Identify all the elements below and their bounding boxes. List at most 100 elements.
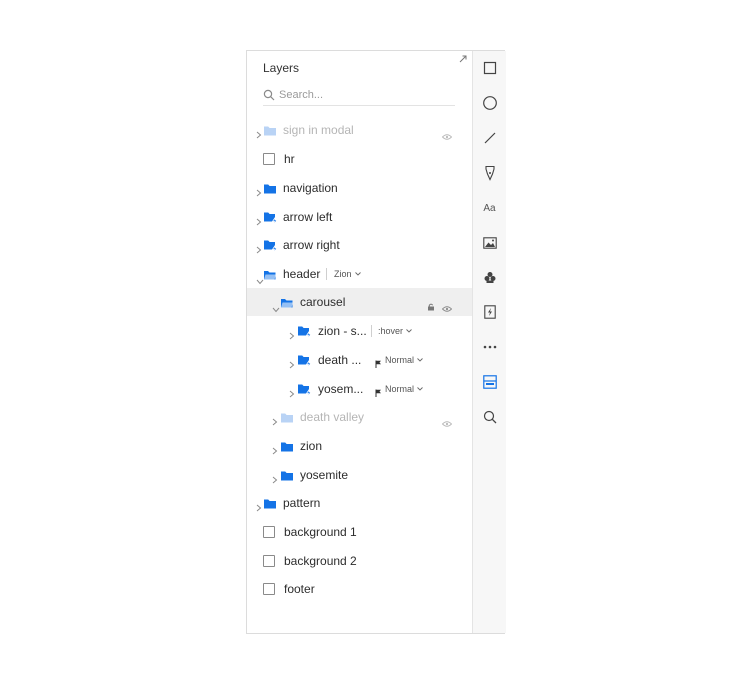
layer-row[interactable]: header Zion <box>247 260 472 288</box>
layer-row[interactable]: death valley <box>247 403 472 431</box>
layer-label: yosem... <box>318 382 364 396</box>
chevron-right-icon[interactable] <box>256 126 262 139</box>
layer-label: carousel <box>300 295 346 309</box>
folder-icon <box>263 497 277 509</box>
layer-label: arrow left <box>283 210 333 224</box>
layer-label: arrow right <box>283 238 340 252</box>
state-label: Normal <box>385 384 415 394</box>
folder-icon <box>280 469 294 481</box>
divider <box>371 325 372 337</box>
layer-row[interactable]: zion - s... :hover <box>247 317 472 345</box>
layer-row[interactable]: zion <box>247 432 472 460</box>
folder-icon <box>263 182 277 194</box>
layer-row[interactable]: arrow left <box>247 203 472 231</box>
ellipse-icon[interactable] <box>473 91 506 115</box>
search-icon <box>263 89 275 101</box>
layer-row[interactable]: background 2 <box>247 547 472 575</box>
chevron-down-icon <box>352 269 361 279</box>
state-label: Zion <box>334 269 352 279</box>
state-dropdown[interactable]: Normal <box>385 384 423 394</box>
search-box <box>263 87 455 106</box>
layer-label: hr <box>284 152 295 166</box>
search-input[interactable] <box>279 87 449 103</box>
link-icon[interactable] <box>473 300 506 324</box>
chevron-right-icon[interactable] <box>289 356 295 369</box>
layer-label: navigation <box>283 181 338 195</box>
layer-label: footer <box>284 582 315 596</box>
folder-open-icon <box>280 296 294 308</box>
image-icon[interactable] <box>473 231 506 255</box>
shape-icon <box>263 555 275 567</box>
zoom-icon[interactable] <box>473 405 506 429</box>
layer-label: background 1 <box>284 525 357 539</box>
symbol-folder-icon <box>263 239 278 254</box>
folder-open-icon <box>263 268 277 280</box>
text-icon[interactable]: Aa <box>473 196 506 220</box>
eye-icon[interactable] <box>441 414 453 432</box>
layer-label: yosemite <box>300 468 349 482</box>
flag-icon <box>375 384 382 402</box>
chevron-right-icon[interactable] <box>272 471 278 484</box>
rectangle-icon[interactable] <box>473 56 506 80</box>
layer-label: zion - s... <box>318 324 367 338</box>
chevron-right-icon[interactable] <box>289 385 295 398</box>
chevron-down-icon <box>403 326 412 336</box>
state-label: Normal <box>385 355 415 365</box>
eye-icon[interactable] <box>441 299 453 317</box>
chevron-down-icon <box>414 355 423 365</box>
symbol-folder-icon <box>297 383 312 398</box>
component-icon[interactable] <box>473 265 506 289</box>
chevron-right-icon[interactable] <box>256 184 262 197</box>
chevron-down-icon[interactable] <box>256 272 264 285</box>
layer-label: sign in modal <box>283 123 354 137</box>
layer-label: death ... <box>318 353 362 367</box>
layer-label: background 2 <box>284 554 357 568</box>
chevron-right-icon[interactable] <box>272 413 278 426</box>
lock-icon[interactable] <box>427 298 435 316</box>
pen-icon[interactable] <box>473 161 506 185</box>
state-dropdown[interactable]: Zion <box>334 269 361 279</box>
flag-icon <box>375 355 382 373</box>
more-icon[interactable] <box>473 335 506 359</box>
shape-icon <box>263 526 275 538</box>
shape-icon <box>263 583 275 595</box>
state-dropdown[interactable]: :hover <box>378 326 412 336</box>
chevron-right-icon[interactable] <box>272 442 278 455</box>
layers-icon[interactable] <box>473 370 506 394</box>
eye-icon[interactable] <box>441 127 453 145</box>
panel-title: Layers <box>263 61 300 75</box>
layer-row[interactable]: navigation <box>247 174 472 202</box>
shape-icon <box>263 153 275 165</box>
layer-row[interactable]: carousel <box>247 288 472 316</box>
expand-icon[interactable] <box>459 55 467 63</box>
chevron-down-icon[interactable] <box>272 300 280 313</box>
layer-row[interactable]: pattern <box>247 489 472 517</box>
folder-icon <box>280 440 294 452</box>
layer-label: death valley <box>300 410 365 424</box>
layer-row[interactable]: yosem... Normal <box>247 375 472 403</box>
layer-row[interactable]: arrow right <box>247 231 472 259</box>
chevron-right-icon[interactable] <box>256 499 262 512</box>
state-label: :hover <box>378 326 404 336</box>
layer-row[interactable]: sign in modal <box>247 116 472 144</box>
chevron-right-icon[interactable] <box>256 213 262 226</box>
layer-row[interactable]: yosemite <box>247 461 472 489</box>
divider <box>326 268 327 280</box>
chevron-right-icon[interactable] <box>256 241 262 254</box>
layer-label: zion <box>300 439 323 453</box>
symbol-folder-icon <box>263 211 278 226</box>
tool-bar: Aa <box>472 51 506 633</box>
layers-list: Layers sign in modal hr navigation arrow le… <box>247 51 472 633</box>
layer-label: pattern <box>283 496 321 510</box>
folder-icon <box>280 411 294 423</box>
line-icon[interactable] <box>473 126 506 150</box>
state-dropdown[interactable]: Normal <box>385 355 423 365</box>
chevron-down-icon <box>414 384 423 394</box>
layer-row[interactable]: hr <box>247 145 472 173</box>
layer-row[interactable]: death ... Normal <box>247 346 472 374</box>
chevron-right-icon[interactable] <box>289 327 295 340</box>
layer-row[interactable]: footer <box>247 575 472 603</box>
symbol-folder-icon <box>297 325 312 340</box>
layer-row[interactable]: background 1 <box>247 518 472 546</box>
layer-label: header <box>283 267 321 281</box>
